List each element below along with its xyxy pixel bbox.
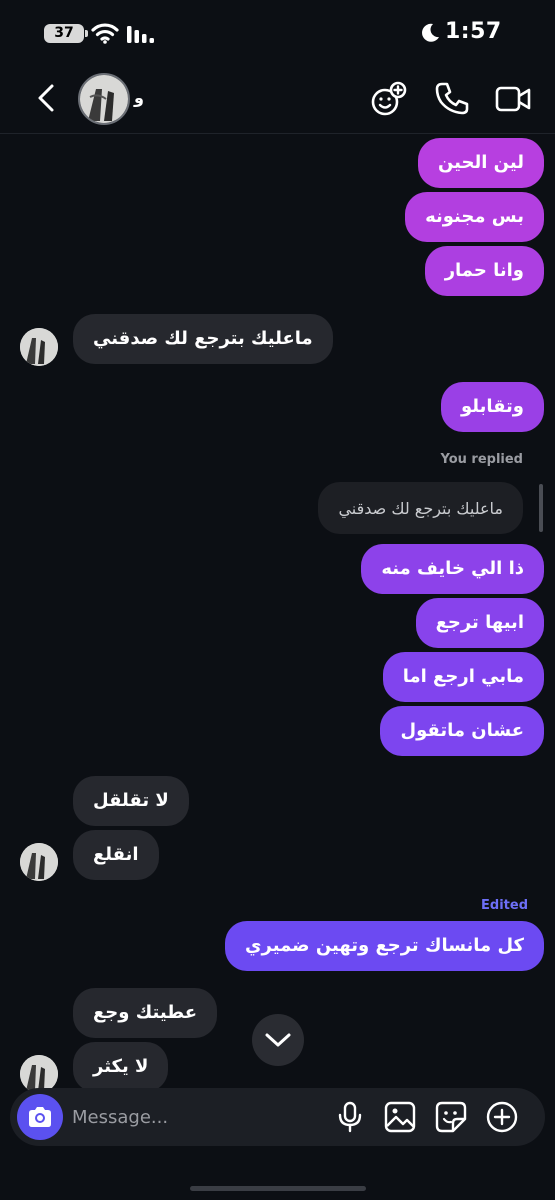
message-bubble-outgoing[interactable]: وانا حمار — [424, 246, 544, 296]
message-input[interactable] — [72, 1102, 322, 1132]
message-bubble-incoming[interactable]: ماعليك بترجع لك صدقني — [73, 314, 333, 364]
scroll-to-bottom-button[interactable] — [252, 1014, 304, 1066]
camera-icon — [29, 1107, 51, 1127]
effects-icon[interactable] — [370, 80, 408, 118]
wifi-icon — [91, 23, 119, 44]
message-bubble-outgoing[interactable]: بس مجنونه — [405, 192, 544, 242]
quoted-message[interactable]: ماعليك بترجع لك صدقني — [318, 482, 523, 534]
chat-header: ⁧و⁩ — [0, 68, 555, 134]
edited-label: Edited — [481, 898, 528, 913]
microphone-icon[interactable] — [333, 1100, 367, 1134]
reply-indicator-bar — [539, 484, 543, 532]
message-bubble-incoming[interactable]: لا تقلقل — [73, 776, 189, 826]
message-bubble-incoming[interactable]: لا يكثر — [73, 1042, 169, 1092]
message-bubble-outgoing[interactable]: كل مانساك ترجع وتهين ضميري — [225, 921, 544, 971]
phone-call-icon[interactable] — [433, 80, 471, 118]
reply-label: You replied — [440, 452, 523, 467]
add-icon[interactable] — [485, 1100, 519, 1134]
camera-button[interactable] — [17, 1094, 63, 1140]
message-bubble-outgoing[interactable]: مابي ارجع اما — [382, 652, 544, 702]
battery-indicator: 37 — [44, 24, 88, 43]
message-bubble-incoming[interactable]: عطيتك وجع — [73, 988, 218, 1038]
avatar-image — [20, 328, 58, 366]
video-call-icon[interactable] — [494, 80, 532, 118]
sender-avatar[interactable] — [20, 328, 58, 366]
moon-icon — [422, 23, 439, 42]
sticker-icon[interactable] — [434, 1100, 468, 1134]
sender-avatar[interactable] — [20, 843, 58, 881]
gallery-icon[interactable] — [383, 1100, 417, 1134]
status-bar: 37 1:57 — [0, 0, 555, 68]
signal-icon — [127, 26, 154, 43]
contact-name[interactable]: ⁧و⁩ — [134, 88, 144, 107]
message-bubble-outgoing[interactable]: وتقابلو — [440, 382, 544, 432]
message-bubble-outgoing[interactable]: ابيها ترجع — [415, 598, 544, 648]
message-bubble-incoming[interactable]: انقلع — [73, 830, 159, 880]
message-bubble-outgoing[interactable]: لين الحين — [417, 138, 544, 188]
message-composer — [10, 1088, 545, 1146]
chevron-down-icon — [265, 1033, 291, 1047]
message-bubble-outgoing[interactable]: ذا الي خايف منه — [361, 544, 544, 594]
contact-avatar[interactable] — [78, 73, 130, 125]
message-bubble-outgoing[interactable]: عشان ماتقول — [380, 706, 544, 756]
home-indicator — [190, 1186, 366, 1191]
avatar-image — [20, 843, 58, 881]
back-button[interactable] — [28, 80, 64, 116]
status-time: 1:57 — [445, 19, 502, 44]
avatar-image — [80, 75, 128, 123]
